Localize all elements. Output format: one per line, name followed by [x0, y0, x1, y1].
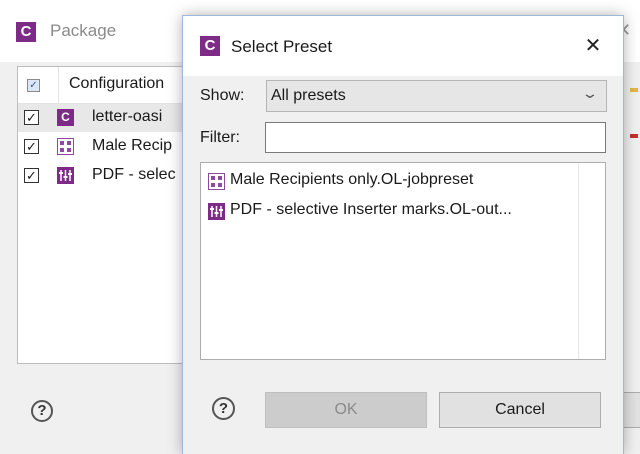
- column-divider[interactable]: [58, 67, 59, 103]
- app-logo-icon: C: [200, 36, 220, 56]
- list-item[interactable]: Male Recipients only.OL-jobpreset: [207, 170, 577, 194]
- package-title: Package: [50, 21, 117, 40]
- filter-input[interactable]: [265, 122, 606, 153]
- help-icon[interactable]: ?: [212, 397, 235, 420]
- row-checkbox[interactable]: ✓: [24, 168, 39, 183]
- filter-label: Filter:: [200, 129, 240, 146]
- select-preset-dialog: C Select Preset ✕ Show: All presets ⌄ Fi…: [183, 16, 623, 454]
- close-icon[interactable]: ✕: [581, 34, 605, 58]
- row-checkbox[interactable]: ✓: [24, 110, 39, 125]
- show-dropdown-value: All presets: [271, 87, 346, 104]
- output-preset-icon: [208, 203, 225, 220]
- dialog-title: Select Preset: [231, 37, 333, 56]
- job-preset-icon: [57, 138, 74, 155]
- job-preset-icon: [208, 173, 225, 190]
- row-label: Male Recip: [92, 137, 173, 154]
- c-app-icon: C: [57, 109, 74, 126]
- package-help-icon[interactable]: ?: [31, 400, 53, 422]
- configuration-column-header[interactable]: Configuration: [69, 75, 164, 93]
- cancel-button[interactable]: Cancel: [439, 392, 601, 428]
- ok-button[interactable]: OK: [265, 392, 427, 428]
- app-logo-icon: C: [16, 22, 36, 42]
- select-all-checkbox[interactable]: ✓: [27, 79, 40, 92]
- side-marker-icon: [630, 134, 638, 138]
- row-label: letter-oasi: [92, 108, 163, 125]
- list-item-label: PDF - selective Inserter marks.OL-out...: [230, 201, 512, 218]
- show-label: Show:: [200, 87, 245, 104]
- list-item-label: Male Recipients only.OL-jobpreset: [230, 171, 474, 188]
- preset-list[interactable]: Male Recipients only.OL-jobpreset PDF - …: [200, 162, 606, 360]
- list-column-divider: [578, 163, 579, 359]
- show-dropdown[interactable]: All presets ⌄: [266, 80, 607, 112]
- dialog-titlebar: C Select Preset ✕: [183, 16, 623, 76]
- chevron-down-icon: ⌄: [581, 85, 599, 101]
- list-item[interactable]: PDF - selective Inserter marks.OL-out...: [207, 200, 577, 224]
- row-label: PDF - selec: [92, 166, 176, 183]
- row-checkbox[interactable]: ✓: [24, 139, 39, 154]
- side-marker-icon: [630, 88, 638, 92]
- output-preset-icon: [57, 167, 74, 184]
